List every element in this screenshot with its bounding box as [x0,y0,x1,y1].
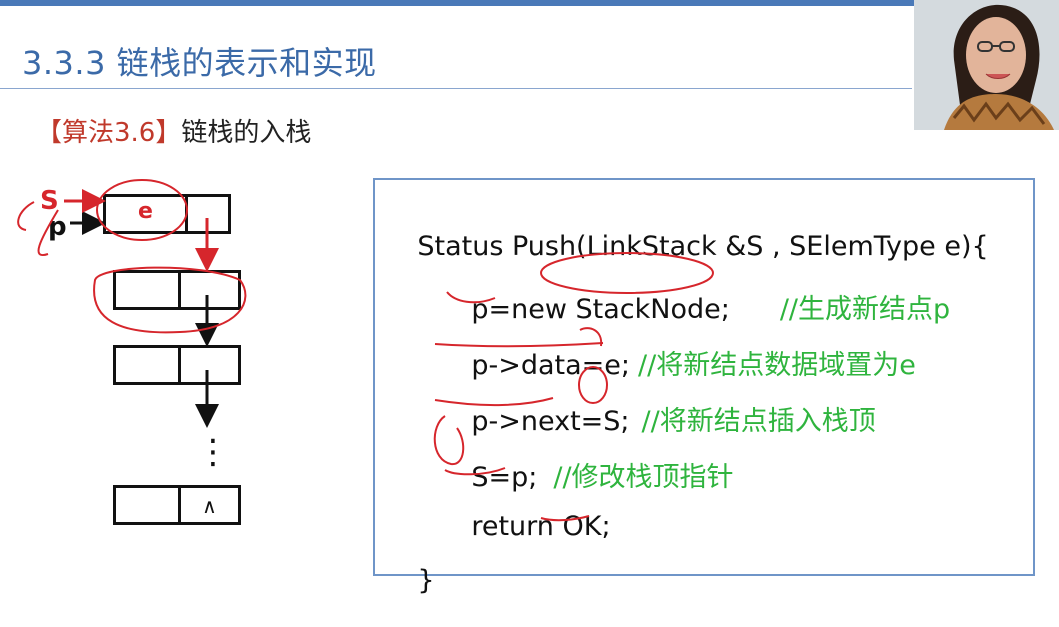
annot-circle-top-node [93,266,247,334]
algorithm-tag: 【算法3.6】 [36,118,182,148]
top-accent-bar [0,0,1059,6]
algorithm-heading: 【算法3.6】链栈的入栈 [36,112,311,149]
diagram-arrows [17,179,247,428]
annot-circle-new-node [96,179,188,241]
code-text: return OK; [471,511,611,542]
title-divider [0,88,912,89]
presenter-webcam [914,0,1059,130]
code-panel: Status Push(LinkStack &S , SElemType e){… [373,178,1035,596]
algorithm-name: 链栈的入栈 [181,118,312,148]
slide-title: 3.3.3 链栈的表示和实现 [22,44,377,82]
linked-stack-diagram: e ∧ S p ⋮ [0,170,320,590]
code-line-7: } [383,534,435,627]
annot-scribble-s [17,201,59,257]
code-line-6: return OK; [437,480,611,573]
presenter-avatar [914,0,1059,130]
code-text: } [417,565,435,596]
